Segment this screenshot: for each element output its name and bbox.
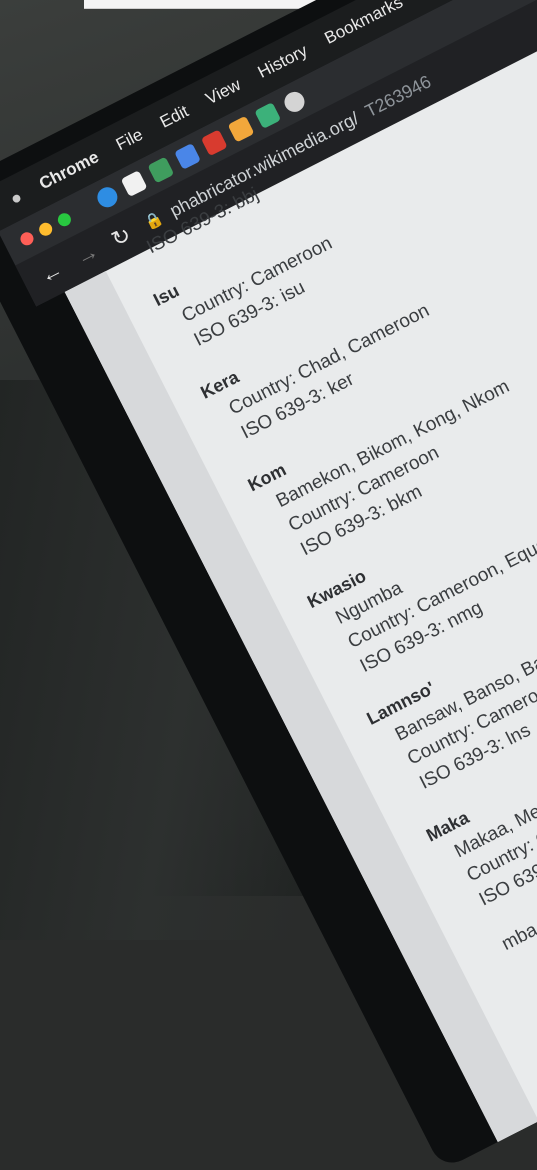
app-tab-icon[interactable] [147,156,175,184]
minimize-window-icon[interactable] [36,220,55,238]
tab-icon[interactable] [227,115,255,143]
menu-file[interactable]: File [113,125,146,155]
close-window-icon[interactable] [18,229,36,248]
tab-icon[interactable] [200,129,228,157]
tab-icon[interactable] [254,102,282,129]
menu-view[interactable]: View [203,75,245,109]
zoom-window-icon[interactable] [55,210,73,229]
gmail-tab-icon[interactable] [120,170,148,198]
tab-icon[interactable] [281,88,308,116]
telegram-tab-icon[interactable] [93,183,121,211]
forward-arrow-icon[interactable]: → [72,238,103,271]
back-arrow-icon[interactable]: ← [36,256,67,289]
calendar-tab-icon[interactable] [174,142,202,170]
menu-edit[interactable]: Edit [157,102,192,133]
apple-icon[interactable]: ● [6,186,25,210]
